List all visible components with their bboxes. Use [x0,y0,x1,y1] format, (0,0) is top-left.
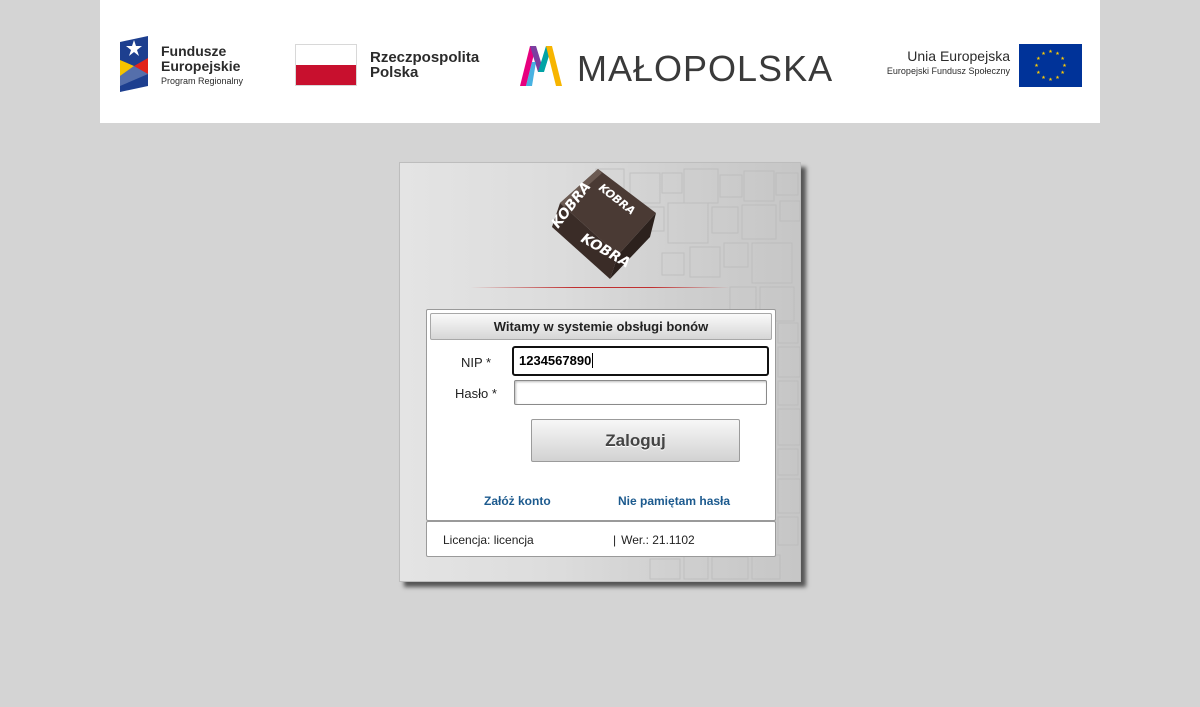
svg-text:★: ★ [1036,70,1041,76]
separator: | [613,533,617,547]
svg-text:★: ★ [1060,56,1065,62]
unia-europejska-text: Unia Europejska [907,48,1010,64]
fundusze-text: Fundusze [161,43,227,59]
program-regionalny-text: Program Regionalny [161,76,244,86]
version-wrap: | Wer.: 21.1102 [613,533,695,547]
version-text: Wer.: 21.1102 [621,533,695,547]
malopolska-m-icon [520,46,562,86]
forgot-password-link[interactable]: Nie pamiętam hasła [618,494,730,508]
svg-text:★: ★ [1041,51,1046,57]
eu-flag-icon: ★ ★ ★ ★ ★ ★ ★ ★ ★ ★ ★ ★ [1019,44,1082,87]
svg-text:★: ★ [1034,63,1039,69]
text-caret [592,353,594,368]
logo-banner: Fundusze Europejskie Program Regionalny … [100,0,1100,123]
svg-text:★: ★ [1048,77,1053,83]
europejskie-text: Europejskie [161,58,241,74]
nip-input[interactable]: 1234567890 [512,346,769,376]
svg-text:★: ★ [1062,63,1067,69]
poland-flag-icon [295,44,357,86]
login-button[interactable]: Zaloguj [531,419,740,462]
malopolska-text: MAŁOPOLSKA [577,48,834,89]
fundusze-europejskie-logo: Fundusze Europejskie Program Regionalny [120,36,260,94]
polska-text: Polska [370,64,419,81]
rzeczpospolita-text: Rzeczpospolita [370,49,480,66]
kobra-cube-icon: KOBRA KOBRA KOBRA [549,169,656,279]
efs-text: Europejski Fundusz Społeczny [886,66,1010,76]
password-input[interactable] [514,380,767,405]
license-text: Licencja: licencja [443,533,534,547]
login-panel: KOBRA KOBRA KOBRA Witamy w systemie obsł… [399,162,801,582]
login-form: Witamy w systemie obsługi bonów NIP * 12… [426,309,776,521]
create-account-link[interactable]: Załóż konto [484,494,551,508]
nip-label: NIP * [461,355,492,370]
svg-text:★: ★ [1060,70,1065,76]
eu-funds-icon [120,36,148,92]
svg-text:★: ★ [1041,75,1046,81]
version-info: Licencja: licencja | Wer.: 21.1102 [426,521,776,557]
unia-europejska-logo: Unia Europejska Europejski Fundusz Społe… [872,44,1086,88]
haslo-label: Hasło * [455,386,497,401]
rzeczpospolita-logo: Rzeczpospolita Polska [295,44,485,88]
nip-value: 1234567890 [519,353,592,368]
decorative-red-line [470,287,730,288]
svg-text:★: ★ [1048,49,1053,55]
welcome-header: Witamy w systemie obsługi bonów [430,313,772,340]
svg-text:★: ★ [1055,75,1060,81]
malopolska-logo: MAŁOPOLSKA [520,40,840,89]
